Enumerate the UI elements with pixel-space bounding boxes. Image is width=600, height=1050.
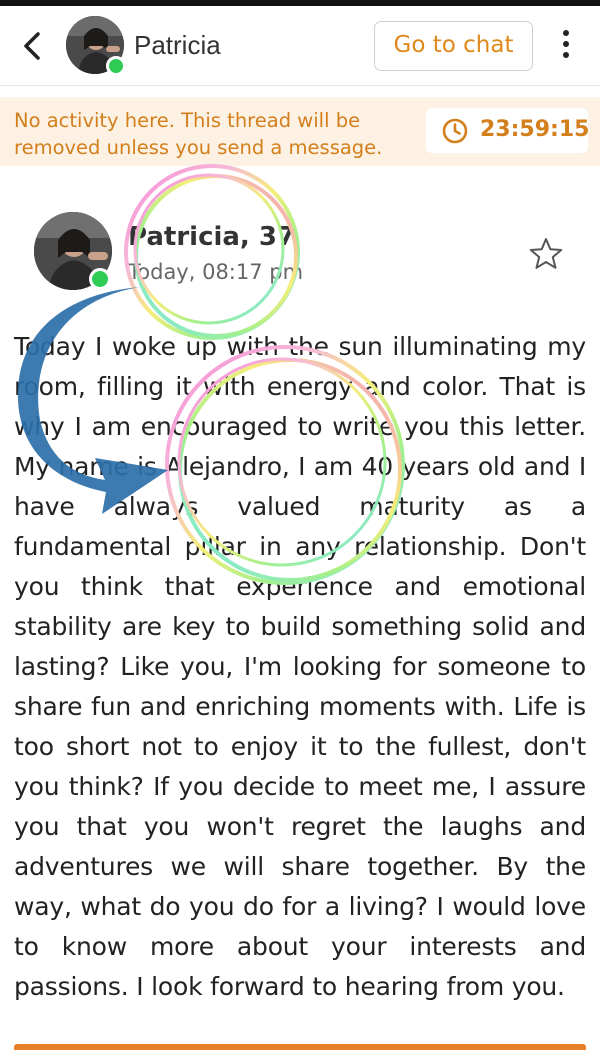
header-name[interactable]: Patricia: [134, 30, 221, 61]
back-button[interactable]: [18, 28, 48, 64]
clock-icon: [442, 118, 468, 144]
inactivity-notice: No activity here. This thread will be re…: [0, 97, 600, 166]
letter-timestamp: Today, 08:17 pm: [128, 260, 304, 284]
highlight-circle-name: [124, 164, 300, 340]
favorite-button[interactable]: [528, 236, 564, 272]
author-name[interactable]: Patricia, 37: [128, 222, 295, 252]
letter-body: Today I woke up with the sun illuminatin…: [14, 332, 586, 1001]
reply-bar-edge[interactable]: [14, 1044, 586, 1050]
author-online-indicator: [89, 268, 111, 290]
timer-value: 23:59:15: [480, 117, 590, 142]
more-vertical-icon: [555, 30, 577, 58]
app-header: Patricia Go to chat: [0, 6, 600, 86]
go-to-chat-button[interactable]: Go to chat: [374, 21, 533, 71]
more-menu-button[interactable]: [555, 30, 577, 64]
notice-text: No activity here. This thread will be re…: [14, 109, 383, 159]
online-indicator: [106, 56, 126, 76]
chevron-left-icon: [24, 32, 40, 60]
countdown-timer: 23:59:15: [426, 108, 590, 153]
star-outline-icon: [529, 238, 563, 269]
